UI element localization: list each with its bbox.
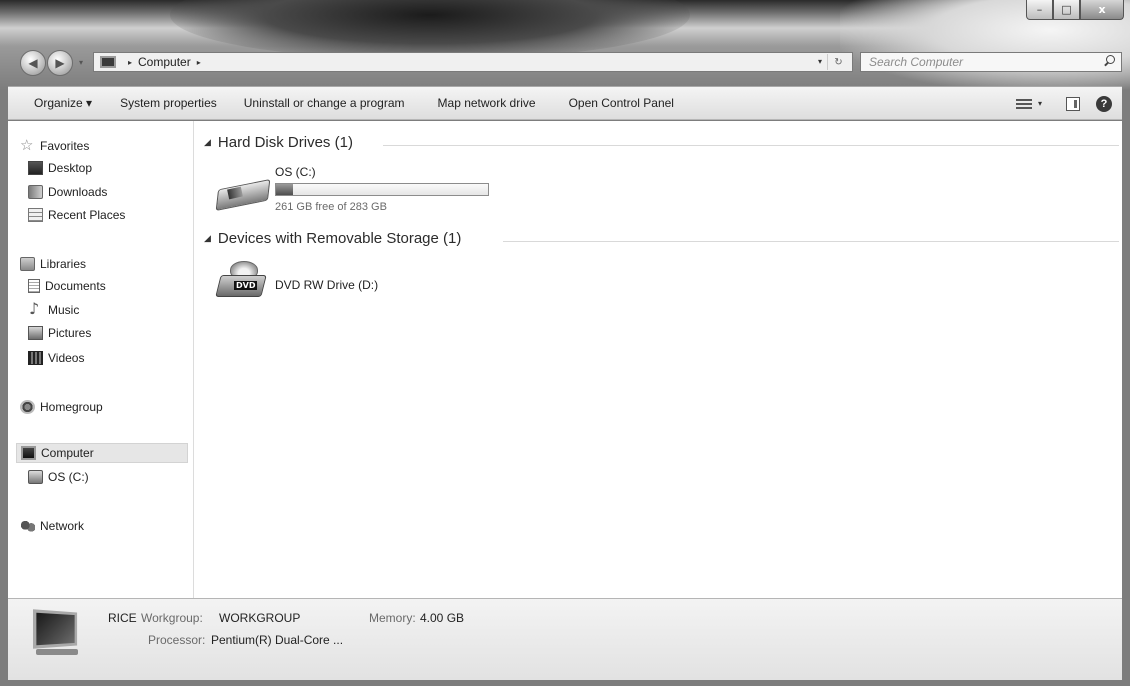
arrow-left-icon: ◀ bbox=[28, 56, 38, 70]
nav-downloads[interactable]: Downloads bbox=[28, 182, 107, 202]
nav-label: Desktop bbox=[48, 161, 93, 175]
nav-favorites[interactable]: Favorites bbox=[20, 136, 89, 156]
arrow-right-icon: ▶ bbox=[55, 56, 65, 70]
nav-label: Homegroup bbox=[40, 400, 103, 414]
processor-value: Pentium(R) Dual-Core ... bbox=[211, 633, 344, 647]
command-bar: Organize ▾ System properties Uninstall o… bbox=[8, 86, 1122, 120]
hard-drive-icon bbox=[28, 470, 43, 484]
nav-computer[interactable]: Computer bbox=[16, 443, 188, 463]
workgroup-label: Workgroup: bbox=[141, 611, 203, 625]
change-view-icon[interactable] bbox=[1015, 97, 1032, 110]
recent-places-icon bbox=[28, 208, 43, 222]
nav-label: Recent Places bbox=[48, 208, 126, 222]
computer-icon bbox=[21, 446, 36, 460]
organize-menu[interactable]: Organize ▾ bbox=[8, 96, 111, 110]
dvd-badge: DVD bbox=[234, 281, 258, 290]
navigation-pane: Favorites Desktop Downloads Recent Place… bbox=[8, 121, 194, 598]
nav-desktop[interactable]: Desktop bbox=[28, 158, 92, 178]
open-control-panel-button[interactable]: Open Control Panel bbox=[545, 96, 683, 110]
view-options-dropdown[interactable]: ▾ bbox=[1038, 99, 1042, 108]
nav-label: Videos bbox=[48, 351, 85, 365]
minimize-button[interactable]: – bbox=[1026, 0, 1053, 20]
uninstall-program-button[interactable]: Uninstall or change a program bbox=[226, 96, 414, 110]
forward-button[interactable]: ▶ bbox=[47, 50, 73, 76]
group-divider bbox=[503, 241, 1119, 242]
search-icon[interactable] bbox=[1101, 53, 1119, 71]
breadcrumb-separator[interactable]: ▸ bbox=[128, 58, 132, 67]
computer-icon bbox=[100, 56, 116, 68]
nav-os-drive[interactable]: OS (C:) bbox=[28, 467, 89, 487]
map-network-drive-button[interactable]: Map network drive bbox=[414, 96, 545, 110]
nav-label: Network bbox=[40, 519, 85, 533]
drive-os-name[interactable]: OS (C:) bbox=[275, 165, 316, 179]
breadcrumb-computer[interactable]: Computer bbox=[138, 55, 191, 69]
dvd-drive-icon[interactable]: DVD bbox=[215, 261, 267, 303]
network-icon bbox=[20, 519, 35, 533]
nav-recent-places[interactable]: Recent Places bbox=[28, 205, 125, 225]
computer-monitor-icon bbox=[28, 609, 86, 659]
nav-documents[interactable]: Documents bbox=[28, 276, 106, 296]
music-icon bbox=[28, 299, 43, 318]
group-title: Devices with Removable Storage (1) bbox=[217, 230, 462, 247]
hard-drive-icon[interactable] bbox=[215, 176, 272, 212]
nav-pictures[interactable]: Pictures bbox=[28, 323, 91, 343]
refresh-button[interactable]: ↻ bbox=[827, 54, 849, 70]
nav-videos[interactable]: Videos bbox=[28, 348, 84, 368]
drive-usage-fill bbox=[276, 184, 293, 195]
group-title: Hard Disk Drives (1) bbox=[217, 134, 353, 151]
group-divider bbox=[383, 145, 1119, 146]
processor-label: Processor: bbox=[148, 633, 206, 647]
recent-pages-dropdown[interactable]: ▾ bbox=[79, 58, 83, 67]
search-box[interactable]: Search Computer bbox=[860, 52, 1122, 72]
address-bar[interactable]: ▸ Computer ▸ ▾ ↻ bbox=[93, 52, 853, 72]
memory-value: 4.00 GB bbox=[420, 611, 465, 625]
close-button[interactable]: x bbox=[1080, 0, 1124, 20]
nav-label: Downloads bbox=[48, 185, 108, 199]
nav-music[interactable]: Music bbox=[28, 299, 80, 320]
address-dropdown[interactable]: ▾ bbox=[818, 57, 822, 66]
desktop-icon bbox=[28, 161, 43, 175]
drive-free-space: 261 GB free of 283 GB bbox=[275, 201, 387, 213]
nav-libraries[interactable]: Libraries bbox=[20, 254, 86, 274]
pictures-icon bbox=[28, 326, 43, 340]
collapse-triangle-icon[interactable]: ◢ bbox=[204, 138, 211, 148]
drive-dvd-name[interactable]: DVD RW Drive (D:) bbox=[275, 278, 378, 292]
homegroup-icon bbox=[20, 400, 35, 414]
breadcrumb-separator[interactable]: ▸ bbox=[197, 58, 201, 67]
nav-label: OS (C:) bbox=[48, 470, 89, 484]
nav-label: Favorites bbox=[40, 139, 90, 153]
downloads-icon bbox=[28, 185, 43, 199]
star-icon bbox=[20, 136, 35, 154]
group-header-removable[interactable]: ◢ Devices with Removable Storage (1) bbox=[204, 230, 461, 247]
nav-network[interactable]: Network bbox=[20, 516, 84, 536]
help-icon[interactable]: ? bbox=[1096, 95, 1112, 112]
explorer-window: – □ x ◀ ▶ ▾ ▸ Computer ▸ ▾ ↻ Search Comp… bbox=[0, 0, 1130, 686]
nav-label: Pictures bbox=[48, 326, 92, 340]
document-icon bbox=[28, 279, 40, 293]
libraries-icon bbox=[20, 257, 35, 271]
nav-label: Computer bbox=[41, 446, 94, 460]
collapse-triangle-icon[interactable]: ◢ bbox=[204, 234, 211, 244]
view-controls: ▾ ? bbox=[1015, 87, 1122, 120]
search-input[interactable]: Search Computer bbox=[869, 55, 1101, 69]
workgroup-value: WORKGROUP bbox=[219, 611, 301, 625]
memory-label: Memory: bbox=[369, 611, 416, 625]
nav-label: Documents bbox=[45, 279, 106, 293]
maximize-button[interactable]: □ bbox=[1053, 0, 1080, 20]
computer-name: RICE bbox=[108, 611, 137, 625]
nav-homegroup[interactable]: Homegroup bbox=[20, 397, 103, 417]
system-properties-button[interactable]: System properties bbox=[111, 96, 226, 110]
client-area: Favorites Desktop Downloads Recent Place… bbox=[8, 121, 1122, 598]
group-header-hard-disks[interactable]: ◢ Hard Disk Drives (1) bbox=[204, 134, 353, 151]
preview-pane-icon[interactable] bbox=[1066, 96, 1080, 111]
nav-label: Libraries bbox=[40, 257, 87, 271]
back-button[interactable]: ◀ bbox=[20, 50, 46, 76]
details-pane: RICE Workgroup: WORKGROUP Memory: 4.00 G… bbox=[8, 598, 1122, 680]
glass-background bbox=[170, 0, 690, 60]
caption-buttons: – □ x bbox=[1026, 0, 1124, 20]
drive-usage-bar bbox=[275, 183, 489, 196]
videos-icon bbox=[28, 351, 43, 365]
nav-label: Music bbox=[48, 303, 80, 317]
refresh-icon: ↻ bbox=[834, 56, 843, 68]
